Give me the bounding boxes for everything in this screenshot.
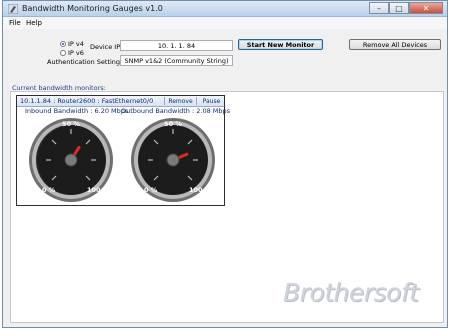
pause-monitor-button[interactable]: Pause xyxy=(196,97,226,105)
ipv4-radio[interactable] xyxy=(60,41,66,47)
app-window: Bandwidth Monitoring Gauges v1.0 – □ ✕ F… xyxy=(2,0,448,328)
device-ip-label: Device IP: xyxy=(90,43,123,51)
menu-file[interactable]: File xyxy=(9,19,21,27)
remove-monitor-button[interactable]: Remove xyxy=(164,97,196,105)
title-bar[interactable]: Bandwidth Monitoring Gauges v1.0 – □ ✕ xyxy=(3,1,447,17)
device-ip-field[interactable]: 10. 1. 1. 84 xyxy=(120,40,233,51)
menu-help[interactable]: Help xyxy=(26,19,42,27)
maximize-button[interactable]: □ xyxy=(389,2,409,14)
monitor-card: 10.1.1.84 : Router2600 : FastEthernet0/0… xyxy=(16,95,231,206)
minimize-button[interactable]: – xyxy=(369,2,389,14)
outbound-gauge: 50 % 0 % 100 % xyxy=(127,115,219,203)
start-new-monitor-button[interactable]: Start New Monitor xyxy=(238,39,323,50)
outbound-mid-label: 50 % xyxy=(164,120,182,128)
auth-settings-select[interactable]: SNMP v1&2 (Community String) xyxy=(120,55,233,66)
outbound-max-label: 100 % xyxy=(189,186,212,194)
monitor-card-header: 10.1.1.84 : Router2600 : FastEthernet0/0… xyxy=(17,96,224,107)
inbound-bandwidth-label: Inbound Bandwidth : 6.20 Mbps xyxy=(25,107,129,115)
window-title: Bandwidth Monitoring Gauges v1.0 xyxy=(22,4,163,13)
close-button[interactable]: ✕ xyxy=(409,2,443,14)
outbound-bandwidth-label: Outbound Bandwidth : 2.08 Mbps xyxy=(121,107,231,115)
monitor-title: 10.1.1.84 : Router2600 : FastEthernet0/0 xyxy=(20,97,154,105)
ipv4-label: IP v4 xyxy=(68,40,84,48)
inbound-gauge: 50 % 0 % 100 % xyxy=(25,115,117,203)
remove-all-devices-button[interactable]: Remove All Devices xyxy=(349,39,441,50)
connection-panel: IP v4 IP v6 Device IP: 10. 1. 1. 84 Auth… xyxy=(3,29,447,81)
app-icon xyxy=(8,4,18,14)
inbound-min-label: 0 % xyxy=(42,186,56,194)
inbound-mid-label: 50 % xyxy=(62,120,80,128)
inbound-max-label: 100 % xyxy=(87,186,110,194)
brothersoft-watermark: Brothersoft xyxy=(283,278,419,307)
outbound-min-label: 0 % xyxy=(144,186,158,194)
window-controls: – □ ✕ xyxy=(369,2,443,15)
ipv6-label: IP v6 xyxy=(68,49,84,57)
auth-settings-label: Authentication Settings: xyxy=(47,58,126,66)
ipv6-radio[interactable] xyxy=(60,50,66,56)
